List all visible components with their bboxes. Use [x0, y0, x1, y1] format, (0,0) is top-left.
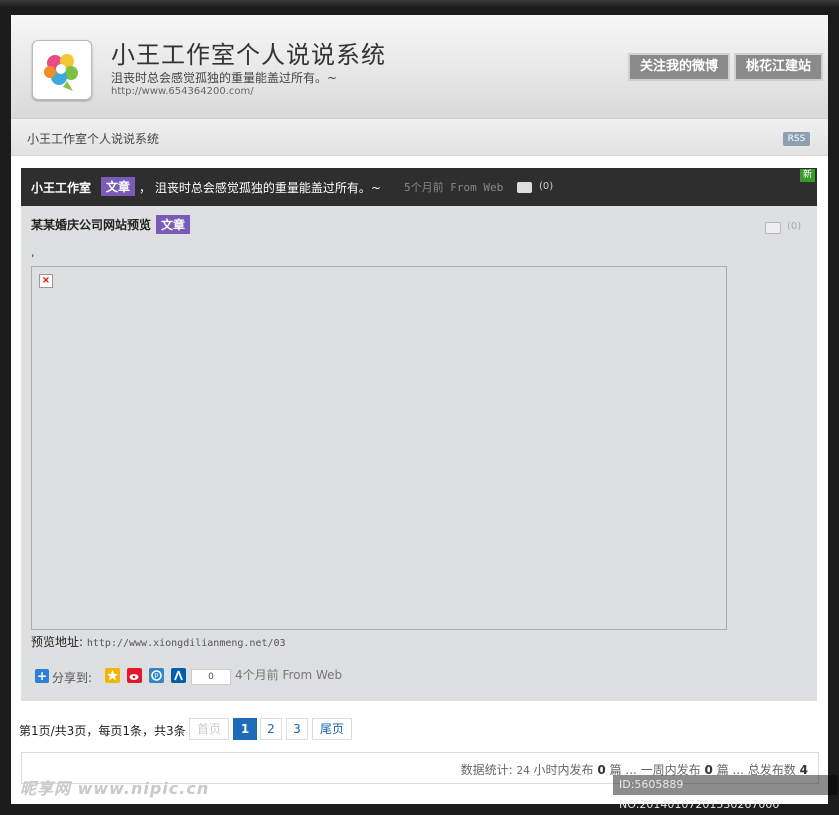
author-link[interactable]: 小王工作室 [31, 179, 91, 196]
post-time-footer: 4个月前 From Web [235, 668, 343, 682]
page-container: 小王工作室个人说说系统 沮丧时总会感觉孤独的重量能盖过所有。~ http://w… [11, 15, 828, 804]
site-url[interactable]: http://www.654364200.com/ [111, 86, 254, 97]
nav-home-link[interactable]: 小王工作室个人说说系统 [27, 130, 159, 147]
feed-header: 小王工作室 文章 ， 沮丧时总会感觉孤独的重量能盖过所有。~ 5个月前 From… [21, 168, 817, 206]
site-title[interactable]: 小王工作室个人说说系统 [111, 35, 386, 70]
last-page-button[interactable]: 尾页 [312, 718, 352, 740]
nav-bar: 小王工作室个人说说系统 RSS [11, 119, 828, 156]
pagination-info: 第1页/共3页，每页1条，共3条 [19, 724, 186, 738]
preview-address: 预览地址: http://www.xiongdilianmeng.net/03 [31, 633, 286, 650]
site-header: 小王工作室个人说说系统 沮丧时总会感觉孤独的重量能盖过所有。~ http://w… [11, 15, 828, 119]
renren-icon[interactable] [171, 668, 186, 683]
taohuajiang-site-button[interactable]: 桃花江建站 [734, 53, 824, 81]
top-strip [0, 0, 839, 8]
svg-text:P: P [154, 672, 158, 680]
page-1-button[interactable]: 1 [233, 718, 257, 740]
stats-24h-value: 0 [597, 763, 606, 777]
share-label: 分享到: [52, 671, 93, 685]
watermark-logo: 昵享网 www.nipic.cn [20, 779, 210, 798]
follow-weibo-button[interactable]: 关注我的微博 [628, 53, 731, 81]
post-comment-count[interactable]: (0) [787, 221, 801, 232]
comment-count[interactable]: (0) [539, 181, 553, 192]
rss-button[interactable]: RSS [783, 132, 810, 146]
qzone-icon[interactable] [105, 668, 120, 683]
preview-address-label: 预览地址: [31, 635, 84, 649]
share-count: 0 [191, 669, 231, 685]
post-body-text: , [31, 246, 35, 259]
site-logo[interactable] [32, 40, 92, 100]
comment-icon[interactable] [517, 182, 532, 193]
share-plus-icon[interactable]: + [35, 669, 49, 683]
comment-icon[interactable] [765, 222, 781, 234]
flower-logo-icon [44, 54, 78, 91]
watermark-id: ID:5605889 NO:20140107201530267000 [613, 775, 838, 811]
post-title[interactable]: 某某婚庆公司网站预览 [31, 216, 151, 233]
new-badge: 新 [800, 169, 815, 182]
stats-24h-label: 小时内发布 [533, 763, 594, 777]
page-3-button[interactable]: 3 [286, 718, 308, 740]
stats-24h-number: 24 [516, 764, 530, 777]
category-tag[interactable]: 文章 [101, 177, 136, 196]
feed-item: 小王工作室 文章 ， 沮丧时总会感觉孤独的重量能盖过所有。~ 5个月前 From… [21, 168, 817, 701]
page-2-button[interactable]: 2 [260, 718, 282, 740]
preview-url-link[interactable]: http://www.xiongdilianmeng.net/03 [87, 638, 286, 649]
weibo-icon[interactable] [127, 668, 142, 683]
preview-frame[interactable]: × [31, 266, 727, 630]
broken-image-icon: × [39, 274, 53, 288]
site-motto: 沮丧时总会感觉孤独的重量能盖过所有。~ [111, 71, 338, 85]
post-time: 5个月前 From Web [404, 181, 504, 194]
post-category-tag[interactable]: 文章 [156, 215, 191, 234]
stats-label: 数据统计: [460, 763, 513, 777]
first-page-button[interactable]: 首页 [189, 718, 229, 740]
pengyou-icon[interactable]: P [149, 668, 164, 683]
status-text: ， 沮丧时总会感觉孤独的重量能盖过所有。~ [139, 181, 381, 195]
